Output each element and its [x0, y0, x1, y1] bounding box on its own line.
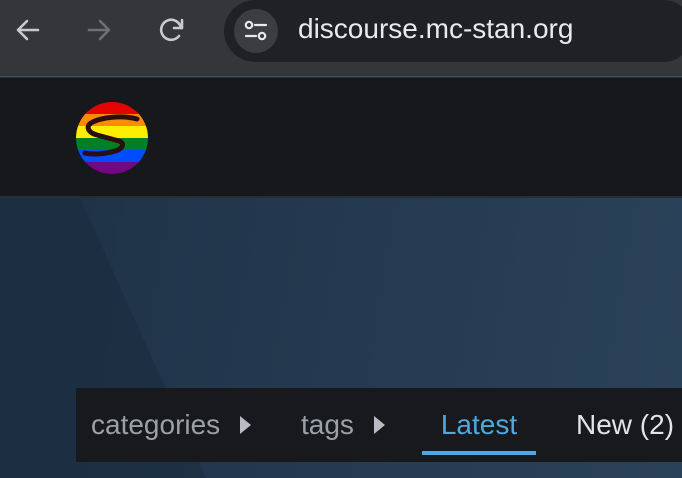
reload-button[interactable]	[155, 13, 189, 47]
url-text[interactable]: discourse.mc-stan.org	[298, 13, 573, 45]
site-settings-icon	[244, 20, 268, 41]
tags-label: tags	[301, 409, 354, 440]
forward-button[interactable]	[82, 13, 116, 47]
tags-dropdown[interactable]: tags	[301, 388, 385, 462]
new-label: New (2)	[576, 409, 675, 440]
browser-toolbar: discourse.mc-stan.org	[0, 0, 682, 77]
back-arrow-icon	[16, 19, 40, 41]
address-bar[interactable]: discourse.mc-stan.org	[224, 0, 682, 62]
back-button[interactable]	[11, 13, 45, 47]
active-tab-indicator	[422, 451, 536, 455]
site-info-button[interactable]	[234, 9, 278, 53]
categories-label: categories	[91, 409, 221, 440]
caret-right-icon	[373, 416, 385, 434]
stan-rainbow-logo-icon[interactable]	[75, 101, 149, 175]
latest-label: Latest	[440, 409, 518, 440]
site-header	[0, 78, 682, 198]
forward-arrow-icon	[87, 19, 111, 41]
reload-icon	[159, 18, 184, 42]
topic-navigation: categories tags Latest New (2)	[76, 388, 682, 462]
caret-right-icon	[240, 416, 252, 434]
categories-dropdown[interactable]: categories	[91, 388, 252, 462]
tab-new[interactable]: New (2)	[576, 388, 674, 462]
